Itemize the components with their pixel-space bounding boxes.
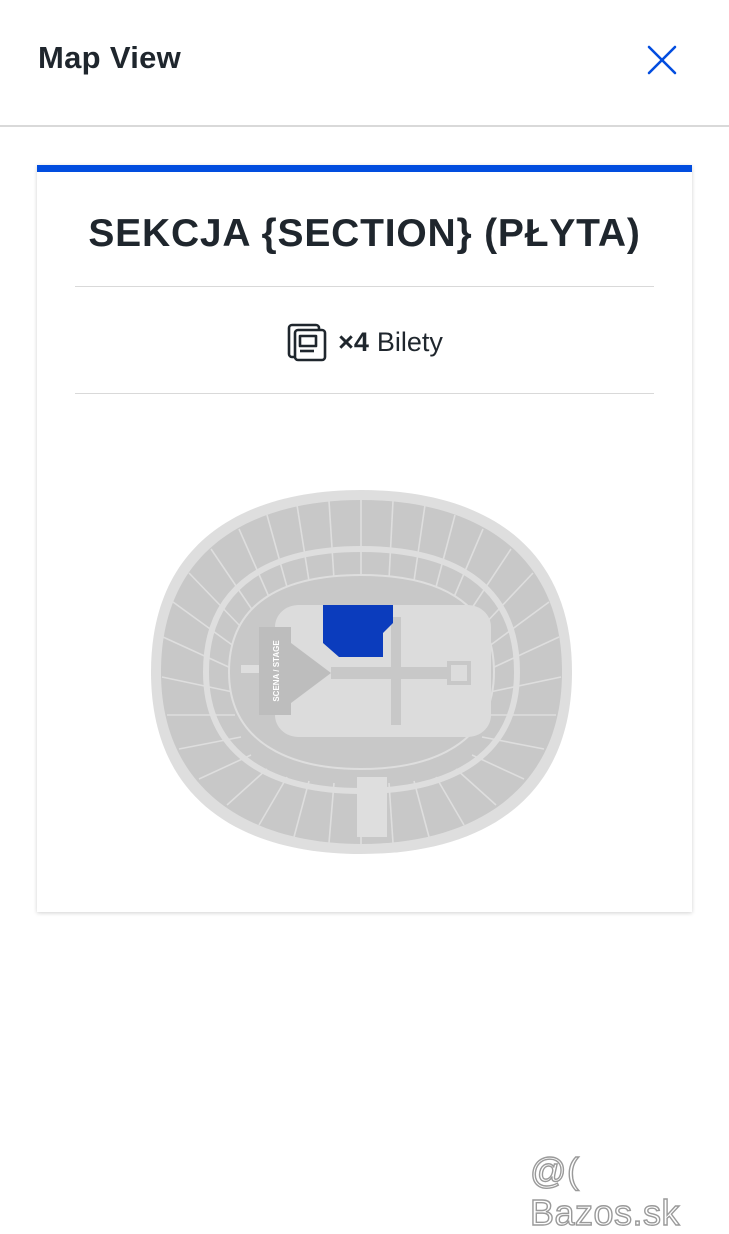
divider <box>75 286 654 287</box>
close-button[interactable] <box>640 38 684 82</box>
ticket-label: Bilety <box>376 326 443 357</box>
modal-header: Map View <box>0 0 729 127</box>
ticket-count: ×4 <box>338 326 369 357</box>
close-icon <box>647 45 677 75</box>
selected-section[interactable] <box>323 605 393 657</box>
watermark: @( Bazos.sk <box>529 1149 681 1233</box>
modal-title: Map View <box>38 40 182 75</box>
ticket-icon <box>287 323 327 362</box>
divider <box>75 393 654 394</box>
venue-map[interactable]: SCENA / STAGE <box>149 487 574 857</box>
seat-card: SEKCJA {SECTION} (PŁYTA) ×4 Bilety SCENA… <box>37 165 692 912</box>
section-title: SEKCJA {SECTION} (PŁYTA) <box>88 212 641 255</box>
ticket-quantity: ×4 Bilety <box>37 322 692 362</box>
stage-label: SCENA / STAGE <box>272 640 281 702</box>
